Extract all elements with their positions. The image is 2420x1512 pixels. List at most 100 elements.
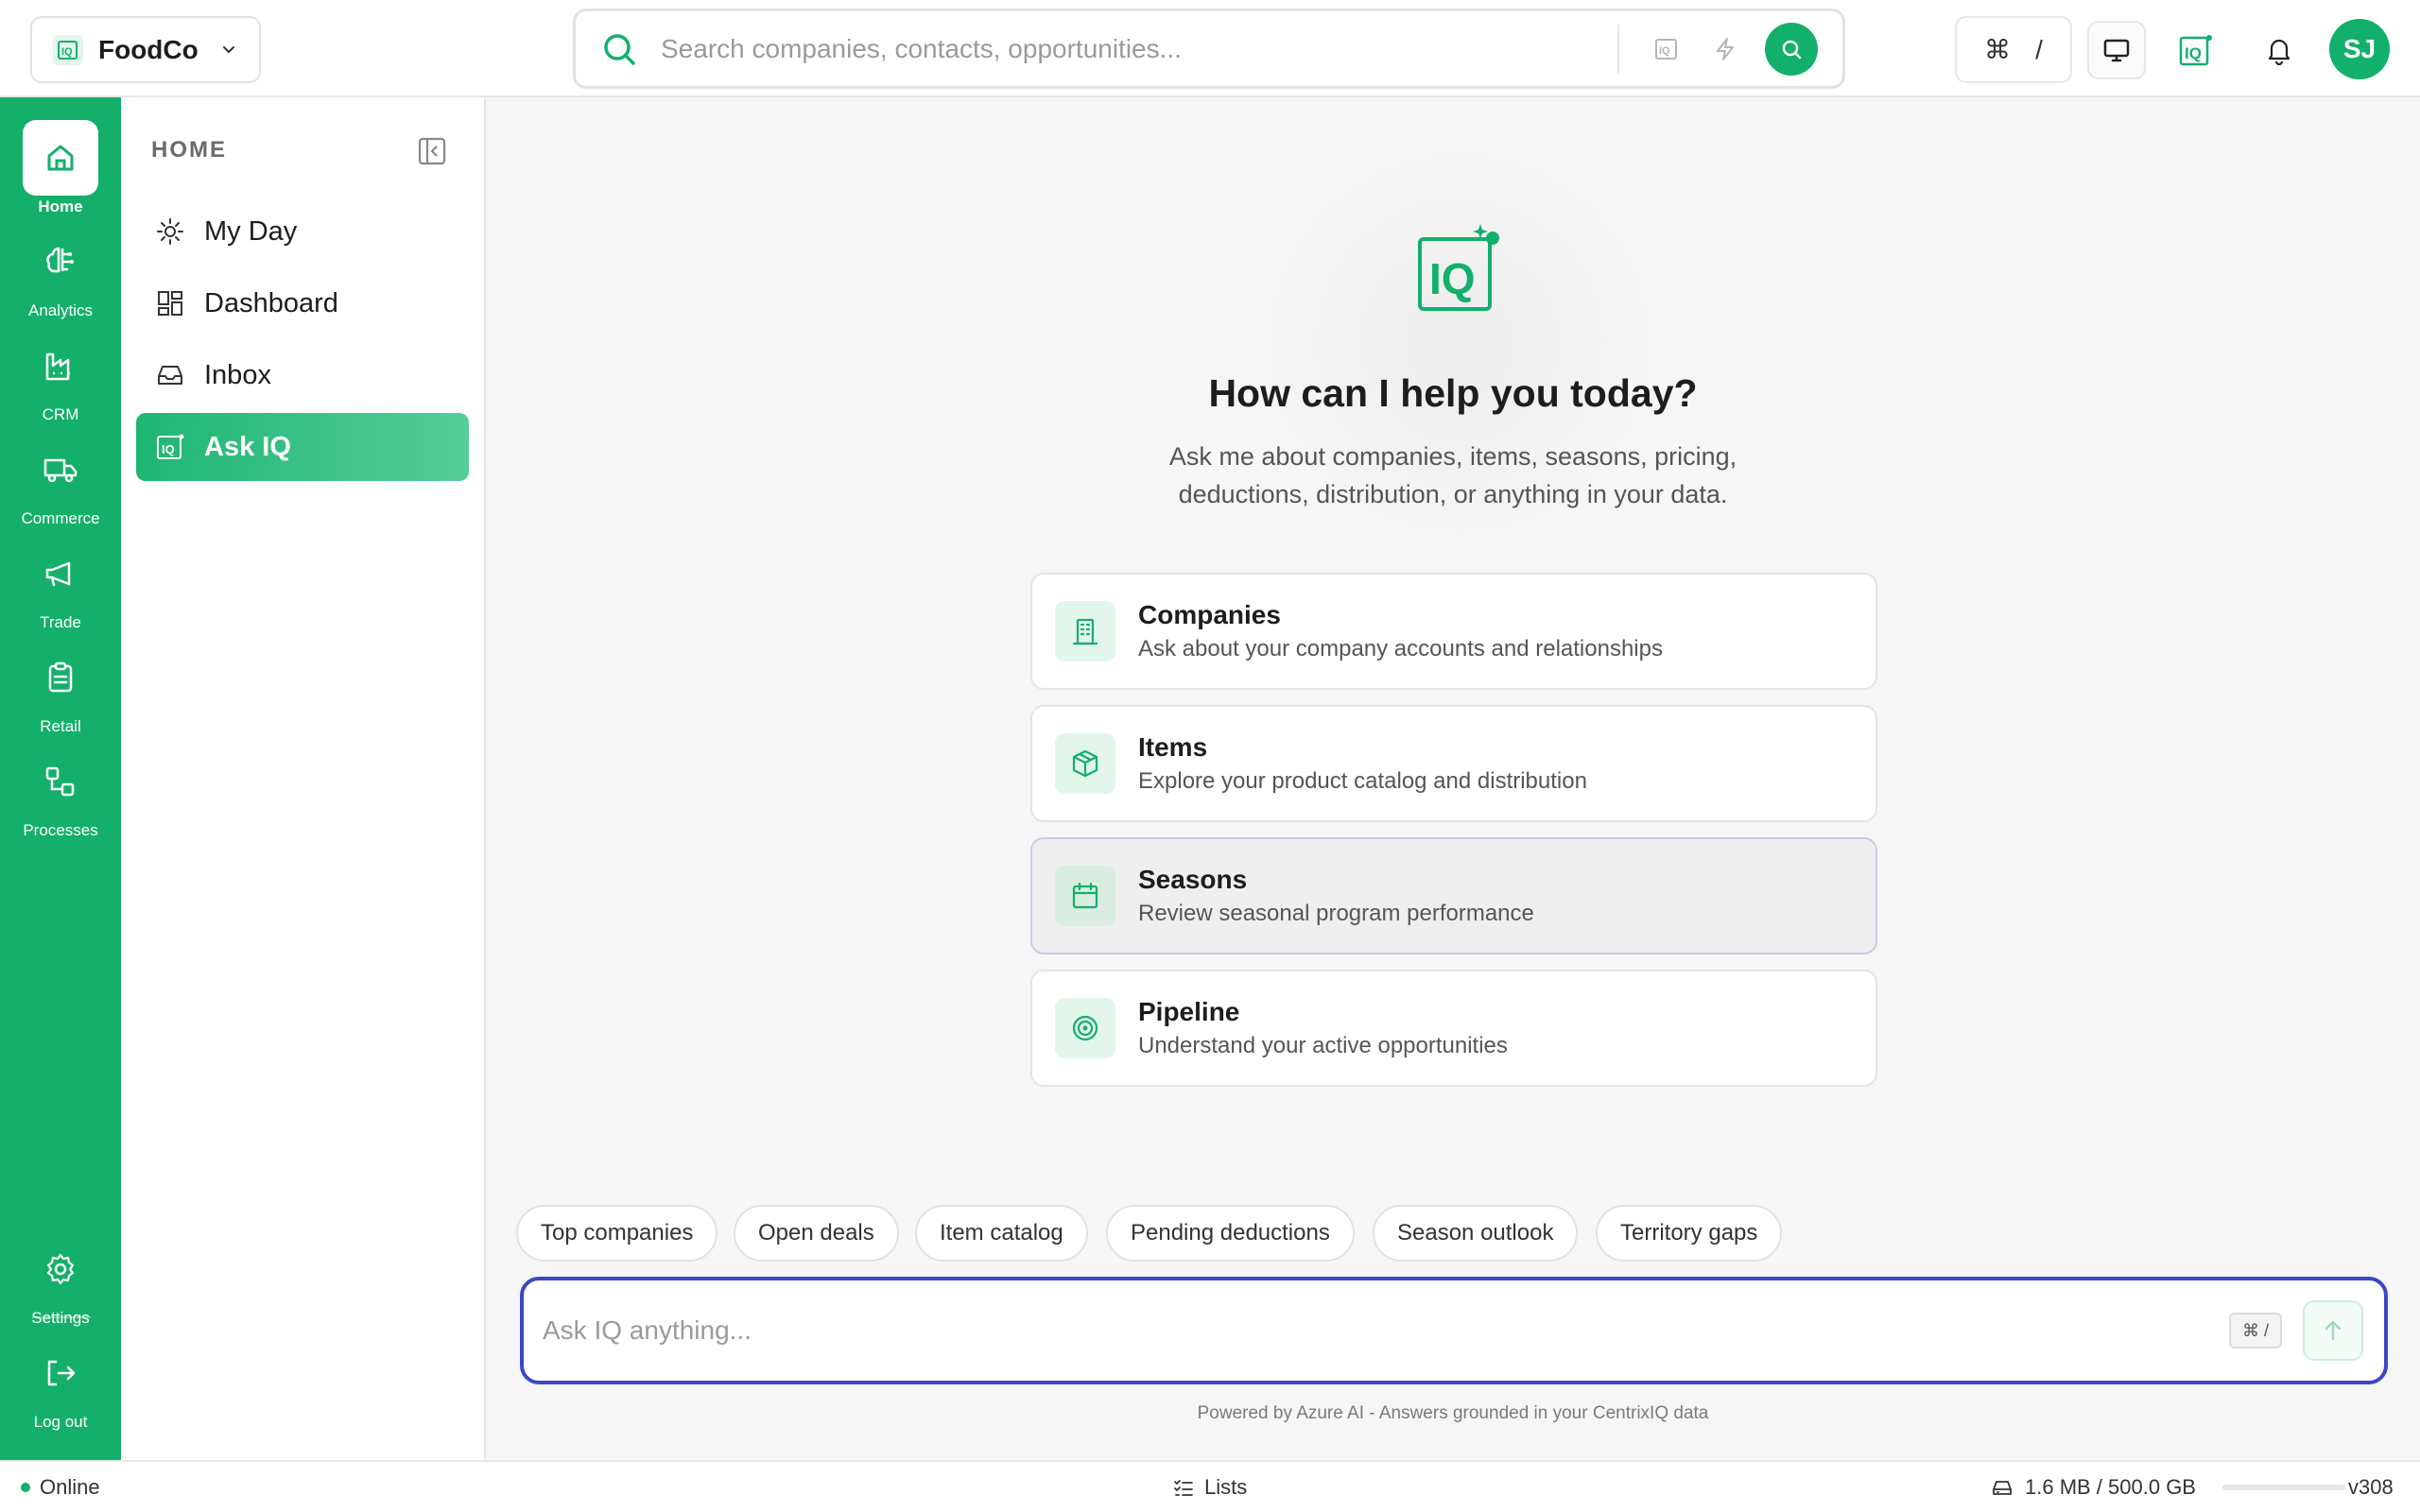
ask-iq-input[interactable] <box>543 1315 2229 1346</box>
org-name: FoodCo <box>98 34 199 64</box>
rail-item-retail[interactable]: Retail <box>0 640 121 736</box>
monitor-icon <box>2101 35 2132 65</box>
logout-icon <box>23 1335 98 1411</box>
rail-item-logout[interactable]: Log out <box>0 1335 121 1432</box>
sun-icon <box>155 216 185 247</box>
dashboard-icon <box>155 288 185 318</box>
quick-prompt-chip[interactable]: Season outlook <box>1373 1205 1579 1262</box>
factory-icon <box>23 328 98 404</box>
iq-logo-icon: IQ <box>53 34 83 65</box>
target-icon <box>1055 998 1115 1058</box>
search-submit-button[interactable] <box>1765 22 1818 76</box>
card-description: Review seasonal program performance <box>1138 901 1534 926</box>
card-description: Ask about your company accounts and rela… <box>1138 636 1663 662</box>
display-mode-button[interactable] <box>2087 21 2146 79</box>
sidebar-item-inbox[interactable]: Inbox <box>136 341 469 409</box>
suggestion-card-seasons[interactable]: Seasons Review seasonal program performa… <box>1030 837 1877 954</box>
top-bar: IQ FoodCo IQ ⌘ / IQ <box>0 0 2420 97</box>
brain-icon <box>23 224 98 300</box>
hero-subtitle: Ask me about companies, items, seasons, … <box>1168 442 1737 508</box>
rail-label: Processes <box>23 821 98 839</box>
quick-prompt-chip[interactable]: Pending deductions <box>1106 1205 1355 1262</box>
user-avatar[interactable]: SJ <box>2329 19 2390 79</box>
rail-item-commerce[interactable]: Commerce <box>0 432 121 528</box>
rail-item-settings[interactable]: Settings <box>0 1231 121 1328</box>
sidebar-item-my-day[interactable]: My Day <box>136 198 469 266</box>
ask-iq-button[interactable]: IQ <box>2167 21 2225 79</box>
org-switcher[interactable]: IQ FoodCo <box>30 16 261 83</box>
hero-title: How can I help you today? <box>1208 371 1698 415</box>
calendar-icon <box>1055 866 1115 926</box>
card-description: Explore your product catalog and distrib… <box>1138 768 1587 794</box>
card-title: Companies <box>1138 600 1281 629</box>
rail-label: Analytics <box>27 301 94 319</box>
rail-label: Commerce <box>21 509 100 527</box>
global-search: IQ <box>573 9 1845 89</box>
collapse-sidebar-icon[interactable] <box>416 135 448 167</box>
clipboard-icon <box>23 640 98 715</box>
command-shortcut[interactable]: ⌘ / <box>1955 16 2072 83</box>
connection-label: Online <box>40 1475 100 1499</box>
search-icon <box>600 30 638 68</box>
home-icon <box>23 120 98 196</box>
iq-logo-icon: IQ <box>1401 218 1507 324</box>
shortcut-hint: ⌘ / <box>2228 1313 2282 1349</box>
quick-prompt-chip[interactable]: Territory gaps <box>1596 1205 1783 1262</box>
sidebar-heading: HOME <box>151 137 227 163</box>
iq-search-icon[interactable]: IQ <box>1648 30 1685 68</box>
megaphone-icon <box>23 536 98 611</box>
powered-by-note: Powered by Azure AI - Answers grounded i… <box>1197 1403 1709 1423</box>
lightning-icon[interactable] <box>1706 30 1744 68</box>
bell-icon <box>2264 35 2294 65</box>
send-button[interactable] <box>2303 1300 2363 1361</box>
ask-iq-composer: ⌘ / <box>520 1277 2388 1384</box>
sidebar-item-ask-iq[interactable]: IQ Ask IQ <box>136 413 469 481</box>
quick-prompt-chip[interactable]: Top companies <box>516 1205 718 1262</box>
suggestion-card-companies[interactable]: Companies Ask about your company account… <box>1030 573 1877 690</box>
rail-label: Settings <box>31 1309 90 1327</box>
search-input[interactable] <box>661 33 1599 64</box>
card-description: Understand your active opportunities <box>1138 1033 1508 1058</box>
svg-text:IQ: IQ <box>2185 44 2202 62</box>
section-sidebar: HOME My Day Dashboard Inbox IQ Ask IQ <box>121 97 486 1460</box>
rail-item-home[interactable]: Home <box>0 120 121 216</box>
iq-logo-icon: IQ <box>2178 32 2214 68</box>
package-icon <box>1055 733 1115 794</box>
storage-label: 1.6 MB / 500.0 GB <box>2025 1475 2196 1499</box>
connection-status: Online <box>21 1475 100 1500</box>
card-title: Seasons <box>1138 865 1248 894</box>
status-bar: Online Lists 1.6 MB / 500.0 GB v308 <box>0 1460 2420 1512</box>
storage-bar <box>2221 1485 2345 1490</box>
notifications-button[interactable] <box>2250 21 2308 79</box>
card-title: Pipeline <box>1138 997 1240 1026</box>
iq-logo-icon: IQ <box>155 432 185 462</box>
rail-item-analytics[interactable]: Analytics <box>0 224 121 320</box>
chevron-down-icon <box>219 41 238 60</box>
suggestion-card-items[interactable]: Items Explore your product catalog and d… <box>1030 705 1877 822</box>
lists-label: Lists <box>1204 1475 1248 1499</box>
app-version: v308 <box>2348 1475 2394 1499</box>
lists-button[interactable]: Lists <box>1172 1475 1247 1500</box>
card-title: Items <box>1138 732 1208 762</box>
rail-label: Trade <box>40 613 81 631</box>
svg-text:IQ: IQ <box>162 442 175 456</box>
app-rail: Home Analytics CRM Commerce Trade Retail <box>0 97 121 1460</box>
workflow-icon <box>23 744 98 819</box>
list-check-icon <box>1172 1476 1195 1499</box>
slash-key: / <box>2035 34 2043 64</box>
rail-item-trade[interactable]: Trade <box>0 536 121 632</box>
rail-item-processes[interactable]: Processes <box>0 744 121 840</box>
rail-item-crm[interactable]: CRM <box>0 328 121 424</box>
sidebar-item-label: My Day <box>204 215 298 247</box>
ask-iq-main: IQ How can I help you today? Ask me abou… <box>486 97 2420 1460</box>
sidebar-item-dashboard[interactable]: Dashboard <box>136 269 469 337</box>
suggestion-card-pipeline[interactable]: Pipeline Understand your active opportun… <box>1030 970 1877 1087</box>
inbox-icon <box>155 360 185 390</box>
quick-prompt-chip[interactable]: Open deals <box>734 1205 899 1262</box>
rail-label: Home <box>38 198 83 215</box>
rail-label: CRM <box>42 405 79 423</box>
rail-label: Log out <box>33 1413 88 1431</box>
svg-text:IQ: IQ <box>1659 45 1670 57</box>
quick-prompt-chip[interactable]: Item catalog <box>915 1205 1088 1262</box>
storage-usage: 1.6 MB / 500.0 GB <box>1991 1475 2345 1500</box>
